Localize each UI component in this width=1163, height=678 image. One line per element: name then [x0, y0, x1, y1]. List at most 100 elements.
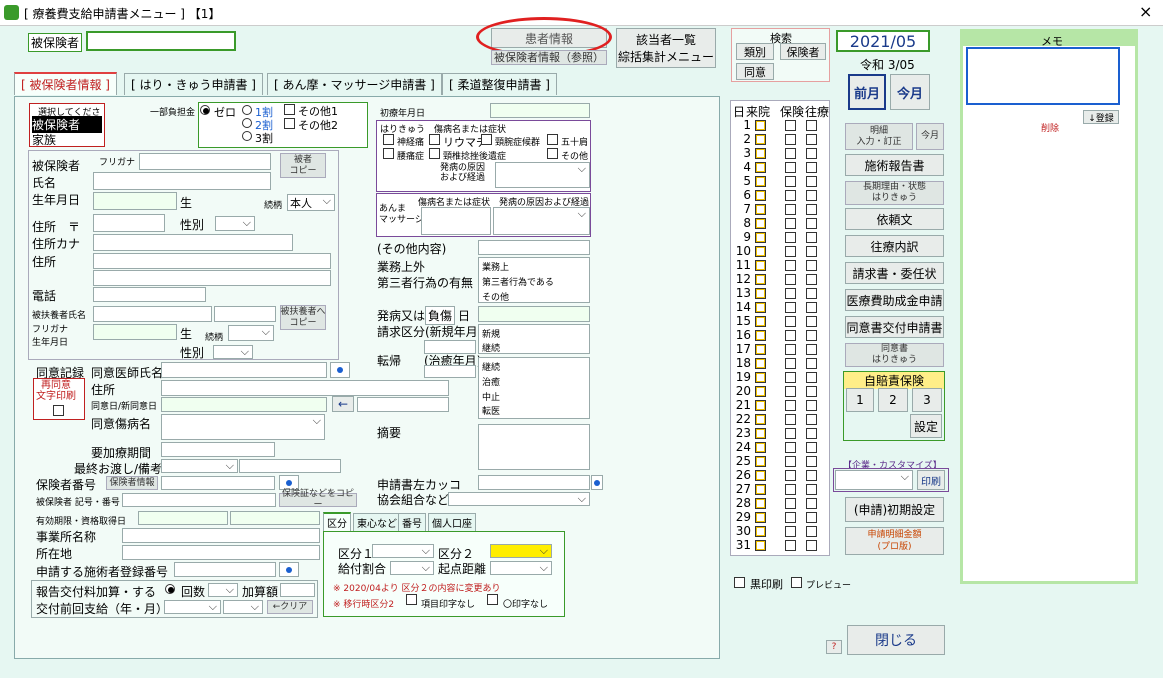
visit-checkbox[interactable] — [755, 134, 766, 145]
insurance-checkbox[interactable] — [785, 400, 796, 411]
radio-2[interactable] — [242, 118, 252, 128]
other-content-input[interactable] — [478, 240, 590, 255]
hk6-checkbox[interactable] — [429, 148, 440, 159]
gender-select[interactable] — [215, 216, 255, 231]
dep-copy-button[interactable]: 被扶養者へ コピー — [280, 305, 326, 330]
consent-address-input[interactable] — [161, 380, 449, 396]
insurance-checkbox[interactable] — [785, 274, 796, 285]
round-checkbox[interactable] — [806, 190, 817, 201]
zip-input[interactable] — [93, 214, 165, 232]
facility-dot-button[interactable] — [279, 562, 299, 577]
dep-gender-select[interactable] — [213, 345, 253, 359]
insurance-checkbox[interactable] — [785, 246, 796, 257]
bracket-input[interactable] — [478, 475, 590, 490]
assoc-select[interactable] — [448, 492, 590, 506]
insurance-checkbox[interactable] — [785, 134, 796, 145]
other1-checkbox[interactable] — [284, 104, 295, 115]
kubun-tab-4[interactable]: 個人口座 — [428, 513, 476, 531]
consent-disease-select[interactable] — [161, 414, 325, 440]
outcome-opt-4[interactable]: 転医 — [482, 404, 500, 417]
clear-button[interactable]: ←クリア — [267, 600, 313, 614]
hk7-checkbox[interactable] — [547, 148, 558, 159]
visit-checkbox[interactable] — [755, 232, 766, 243]
insurance-checkbox[interactable] — [785, 232, 796, 243]
round-checkbox[interactable] — [806, 386, 817, 397]
round-checkbox[interactable] — [806, 274, 817, 285]
nocircle-checkbox[interactable] — [487, 594, 498, 605]
kubun-tab-2[interactable]: 東心など — [353, 513, 401, 531]
jibai-settings-button[interactable]: 設定 — [910, 414, 942, 438]
tab-massage[interactable]: [ あん摩・マッサージ申請書 ] — [267, 73, 442, 95]
round-checkbox[interactable] — [806, 288, 817, 299]
treatment-report-button[interactable]: 施術報告書 — [845, 154, 944, 176]
visit-checkbox[interactable] — [755, 498, 766, 509]
insurer-no-input[interactable] — [161, 476, 275, 490]
consent-form-button[interactable]: 同意書交付申請書 — [845, 316, 944, 338]
times-select[interactable] — [208, 583, 238, 597]
consent-hk-button[interactable]: 同意書 はりきゅう — [845, 343, 944, 367]
furigana-input[interactable] — [139, 153, 271, 170]
consent-date-input-2[interactable] — [357, 397, 449, 412]
tab-judo[interactable]: [ 柔道整復申請書 ] — [442, 73, 557, 95]
insured-copy-button[interactable]: 被者 コピー — [280, 153, 326, 178]
hk2-checkbox[interactable] — [429, 134, 440, 145]
close-icon[interactable]: × — [1139, 2, 1152, 21]
insurance-checkbox[interactable] — [785, 120, 796, 131]
name-input[interactable] — [93, 172, 271, 190]
init-settings-button[interactable]: (申請)初期設定 — [845, 497, 944, 522]
ratio-select[interactable] — [390, 561, 434, 575]
jibai-2-button[interactable]: 2 — [878, 388, 908, 412]
insurance-checkbox[interactable] — [785, 484, 796, 495]
work-opt-3[interactable]: その他 — [482, 290, 509, 303]
valid-period-input-2[interactable] — [230, 511, 320, 525]
visit-checkbox[interactable] — [755, 414, 766, 425]
jibai-3-button[interactable]: 3 — [912, 388, 942, 412]
consent-date-input[interactable] — [161, 397, 327, 412]
insurance-checkbox[interactable] — [785, 470, 796, 481]
insurance-checkbox[interactable] — [785, 316, 796, 327]
dep-dob-input[interactable] — [93, 324, 177, 340]
details-button[interactable]: 明細 入力・訂正 — [845, 123, 913, 150]
address-input-1[interactable] — [93, 253, 331, 269]
insurance-checkbox[interactable] — [785, 414, 796, 425]
address-kana-input[interactable] — [93, 234, 293, 251]
insurance-checkbox[interactable] — [785, 526, 796, 537]
visit-checkbox[interactable] — [755, 344, 766, 355]
insurance-checkbox[interactable] — [785, 260, 796, 271]
insurer-dot-button[interactable] — [279, 475, 299, 490]
visit-checkbox[interactable] — [755, 274, 766, 285]
hk3-checkbox[interactable] — [481, 134, 492, 145]
consent-arrow-button[interactable]: ← — [332, 396, 354, 412]
visit-checkbox[interactable] — [755, 162, 766, 173]
round-checkbox[interactable] — [806, 372, 817, 383]
visit-checkbox[interactable] — [755, 288, 766, 299]
round-checkbox[interactable] — [806, 120, 817, 131]
onset-input[interactable] — [478, 306, 590, 322]
last-handover-select[interactable] — [161, 459, 238, 473]
copy-card-button[interactable]: 保険証などをコピー — [279, 489, 357, 510]
visit-checkbox[interactable] — [755, 316, 766, 327]
am-disease-input[interactable] — [421, 207, 491, 235]
doctor-name-input[interactable] — [161, 362, 327, 378]
radio-3[interactable] — [242, 131, 252, 141]
insurance-checkbox[interactable] — [785, 344, 796, 355]
prev-month-select[interactable] — [223, 600, 263, 614]
round-checkbox[interactable] — [806, 162, 817, 173]
address-input-2[interactable] — [93, 270, 331, 286]
memo-textarea[interactable] — [966, 47, 1120, 105]
insurance-checkbox[interactable] — [785, 386, 796, 397]
insurance-checkbox[interactable] — [785, 190, 796, 201]
dob-input[interactable] — [93, 192, 177, 210]
dep-name-input[interactable] — [93, 306, 212, 322]
dep-name-input-2[interactable] — [214, 306, 276, 322]
claim-list[interactable]: 新規 継続 — [478, 324, 590, 354]
round-checkbox[interactable] — [806, 134, 817, 145]
insurance-checkbox[interactable] — [785, 330, 796, 341]
visit-checkbox[interactable] — [755, 540, 766, 551]
visit-checkbox[interactable] — [755, 484, 766, 495]
round-checkbox[interactable] — [806, 204, 817, 215]
outcome-year-input[interactable] — [424, 365, 476, 378]
care-period-input[interactable] — [161, 442, 275, 457]
round-checkbox[interactable] — [806, 176, 817, 187]
claim-opt-new[interactable]: 新規 — [482, 327, 500, 340]
